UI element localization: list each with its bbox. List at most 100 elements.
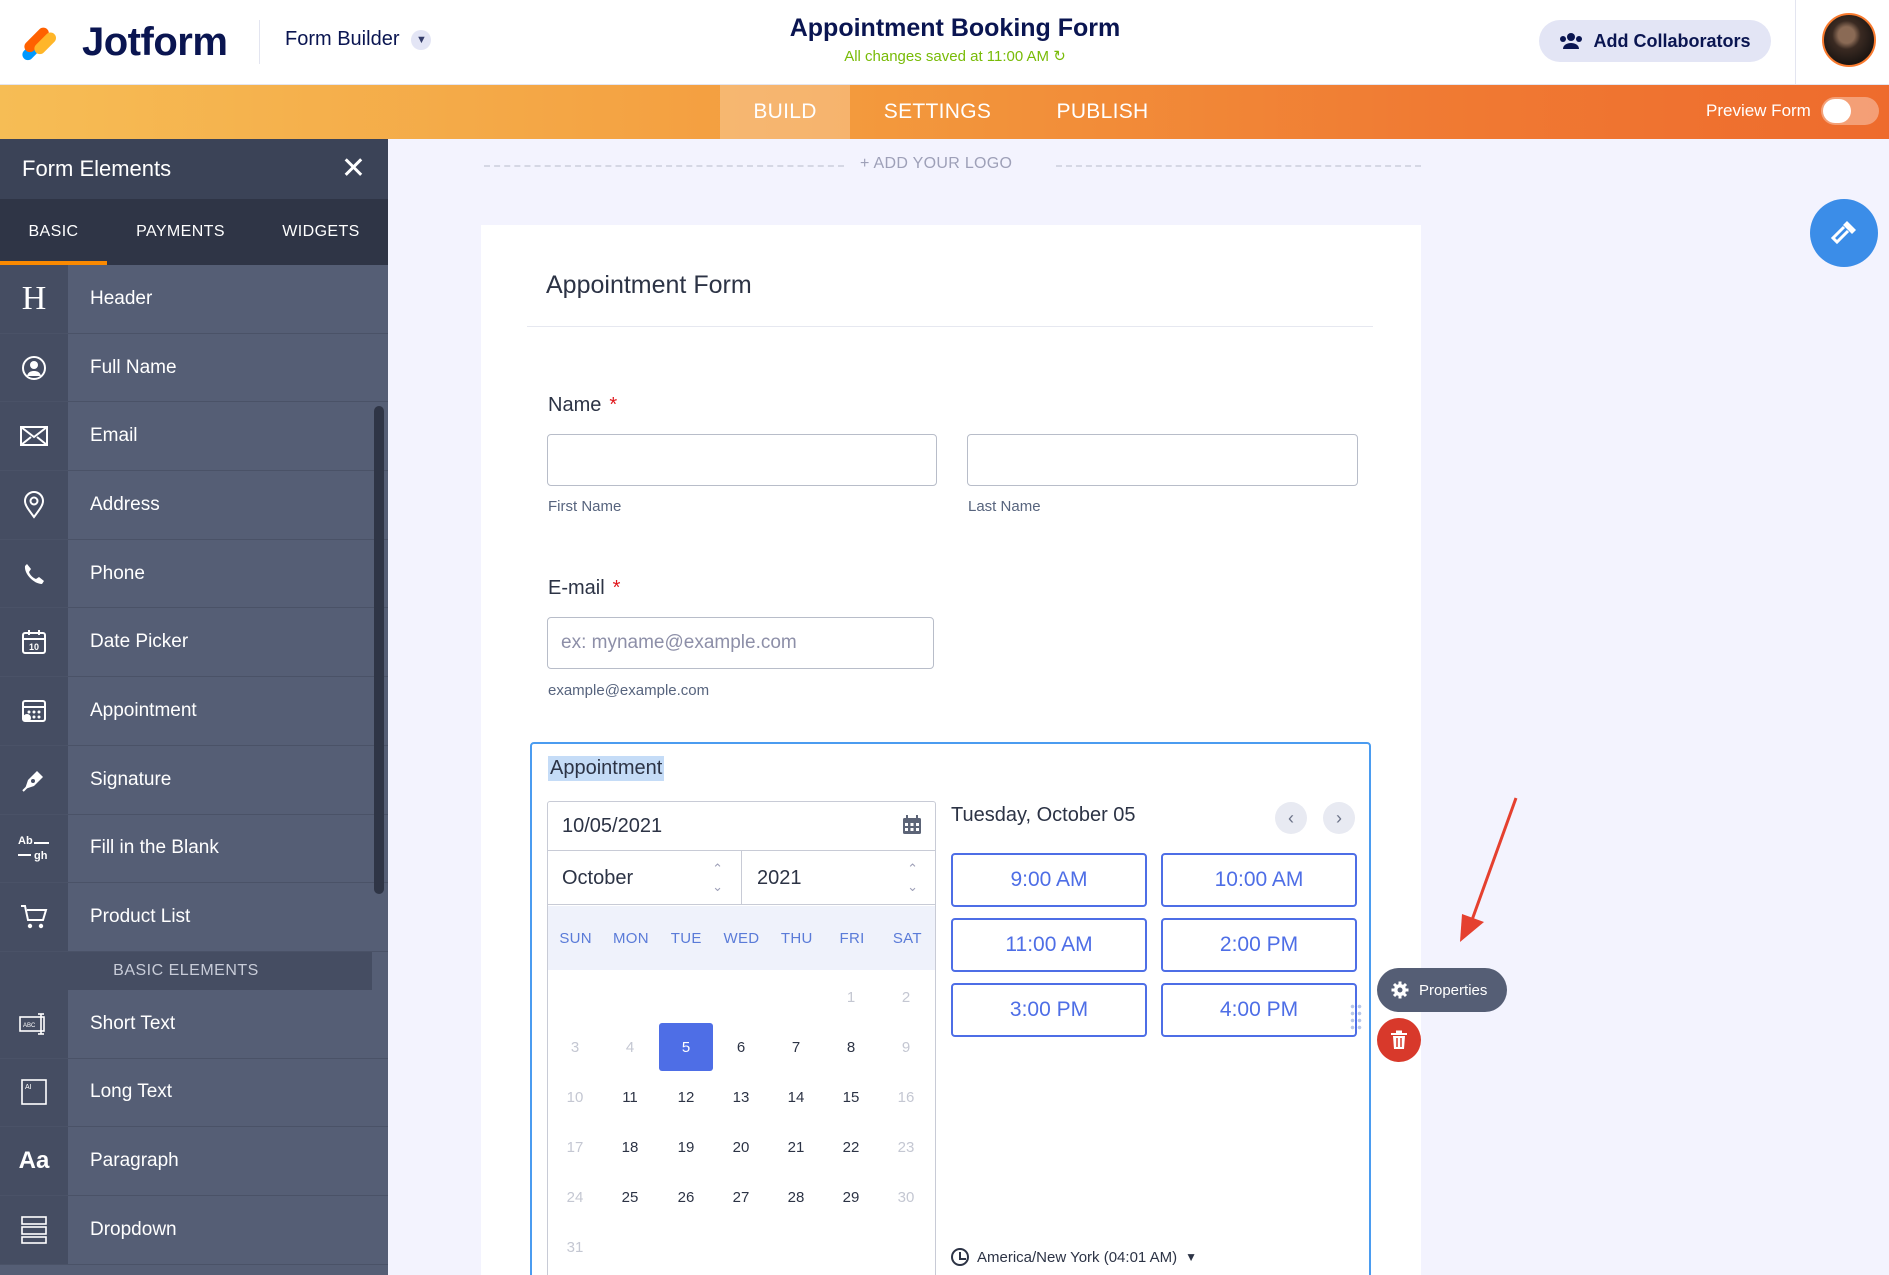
calendar-day[interactable]: 18 [603,1123,657,1171]
sidebar-scrollbar[interactable] [374,406,384,894]
element-label: Fill in the Blank [90,837,219,859]
time-slot[interactable]: 9:00 AM [951,853,1147,907]
element-header[interactable]: H Header [0,265,388,334]
email-sublabel: example@example.com [548,682,710,699]
calendar-day: 4 [625,1038,635,1056]
time-slot[interactable]: 4:00 PM [1161,983,1357,1037]
user-avatar[interactable] [1822,13,1876,67]
name-question[interactable]: Name * [548,394,617,417]
element-label: Header [90,287,153,309]
preview-form-label: Preview Form [1706,101,1811,120]
element-paragraph[interactable]: Aa Paragraph [0,1127,388,1196]
time-slot[interactable]: 10:00 AM [1161,853,1357,907]
calendar-day[interactable]: 20 [714,1123,768,1171]
time-slot[interactable]: 3:00 PM [951,983,1147,1037]
element-email[interactable]: Email [0,402,388,472]
caret-down-icon: ▼ [1185,1250,1197,1264]
timezone-selector[interactable]: America/New York (04:01 AM) ▼ [951,1248,1197,1266]
calendar-day: 17 [566,1138,584,1156]
calendar-day[interactable]: 11 [603,1073,657,1121]
weekday-label: TUE [670,929,702,947]
calendar-day[interactable]: 26 [659,1173,713,1221]
add-logo-link[interactable]: + ADD YOUR LOGO [860,155,1012,173]
form-elements-list: H Header Full Name Email Address Phone 1… [0,265,388,1265]
calendar-day[interactable]: 15 [824,1073,878,1121]
element-fill-in-the-blank[interactable]: Ab gh Fill in the Blank [0,814,388,884]
calendar-icon[interactable] [902,815,922,835]
clock-icon [951,1248,969,1266]
element-long-text[interactable]: AI Long Text [0,1058,388,1128]
calendar-day[interactable]: 21 [769,1123,823,1171]
form-designer-button[interactable] [1810,199,1878,267]
previous-day-button[interactable]: ‹ [1275,802,1307,834]
annotation-arrow [1460,797,1518,942]
tab-build[interactable]: BUILD [720,85,850,139]
time-slot[interactable]: 2:00 PM [1161,918,1357,972]
element-label: Full Name [90,356,177,378]
appointment-date-input[interactable]: 10/05/2021 [547,801,936,851]
properties-label: Properties [1419,981,1488,999]
calendar-day[interactable]: 6 [714,1023,768,1071]
element-dropdown[interactable]: Dropdown [0,1195,388,1265]
email-label: E-mail [548,577,605,599]
calendar-day[interactable]: 27 [714,1173,768,1221]
tab-settings[interactable]: SETTINGS [870,85,1005,139]
first-name-input[interactable] [547,434,937,486]
location-pin-icon [0,471,68,539]
calendar-day-selected[interactable]: 5 [659,1023,713,1071]
add-collaborators-button[interactable]: Add Collaborators [1539,20,1771,62]
properties-button[interactable]: Properties [1377,968,1507,1012]
next-day-button[interactable]: › [1323,802,1355,834]
builder-nav-bar: BUILD SETTINGS PUBLISH Preview Form [0,85,1889,139]
element-date-picker[interactable]: 10 Date Picker [0,608,388,678]
form-title[interactable]: Appointment Booking Form [700,14,1210,43]
calendar-day[interactable]: 14 [769,1073,823,1121]
last-name-input[interactable] [967,434,1358,486]
name-label: Name [548,394,602,416]
jotform-logo[interactable]: Jotform [20,20,228,65]
preview-form-toggle[interactable] [1820,97,1879,125]
element-address[interactable]: Address [0,471,388,540]
header-divider [259,20,260,64]
calendar-day[interactable]: 22 [824,1123,878,1171]
calendar-day[interactable]: 29 [824,1173,878,1221]
tab-basic[interactable]: BASIC [0,199,107,265]
element-product-list[interactable]: Product List [0,883,388,952]
email-input[interactable]: ex: myname@example.com [547,617,934,669]
form-elements-title: Form Elements [22,156,172,181]
form-builder-dropdown[interactable]: Form Builder ▼ [285,28,432,51]
form-heading[interactable]: Appointment Form [546,271,752,300]
preview-form-control[interactable]: Preview Form [1706,97,1879,125]
element-short-text[interactable]: ABC Short Text [0,989,388,1059]
email-question[interactable]: E-mail * [548,577,620,600]
element-label: Dropdown [90,1218,177,1240]
element-label: Short Text [90,1012,176,1034]
last-name-sublabel: Last Name [968,498,1041,515]
year-select[interactable]: 2021 ⌃ ⌄ [742,851,936,905]
time-slot[interactable]: 11:00 AM [951,918,1147,972]
calendar-day[interactable]: 7 [769,1023,823,1071]
basic-elements-section-header: BASIC ELEMENTS [0,951,372,990]
avatar-divider [1795,0,1796,85]
selected-date-heading: Tuesday, October 05 [951,804,1136,826]
calendar-day[interactable]: 19 [659,1123,713,1171]
tab-payments[interactable]: PAYMENTS [107,199,254,265]
element-label: Long Text [90,1081,173,1103]
calendar-day[interactable]: 28 [769,1173,823,1221]
drag-handle-icon[interactable] [1349,1003,1363,1031]
calendar-day[interactable]: 12 [659,1073,713,1121]
month-select[interactable]: October ⌃ ⌄ [547,851,742,905]
element-phone[interactable]: Phone [0,539,388,609]
tab-widgets[interactable]: WIDGETS [254,199,388,265]
calendar-day[interactable]: 25 [603,1173,657,1221]
calendar-day[interactable]: 13 [714,1073,768,1121]
element-signature[interactable]: Signature [0,745,388,815]
tab-publish[interactable]: PUBLISH [1045,85,1160,139]
close-icon[interactable]: ✕ [341,154,366,184]
appointment-calendar-icon [0,677,68,745]
delete-field-button[interactable] [1377,1018,1421,1062]
element-appointment[interactable]: Appointment [0,677,388,746]
element-full-name[interactable]: Full Name [0,333,388,403]
calendar-day[interactable]: 8 [824,1023,878,1071]
appointment-label[interactable]: Appointment [548,756,665,781]
